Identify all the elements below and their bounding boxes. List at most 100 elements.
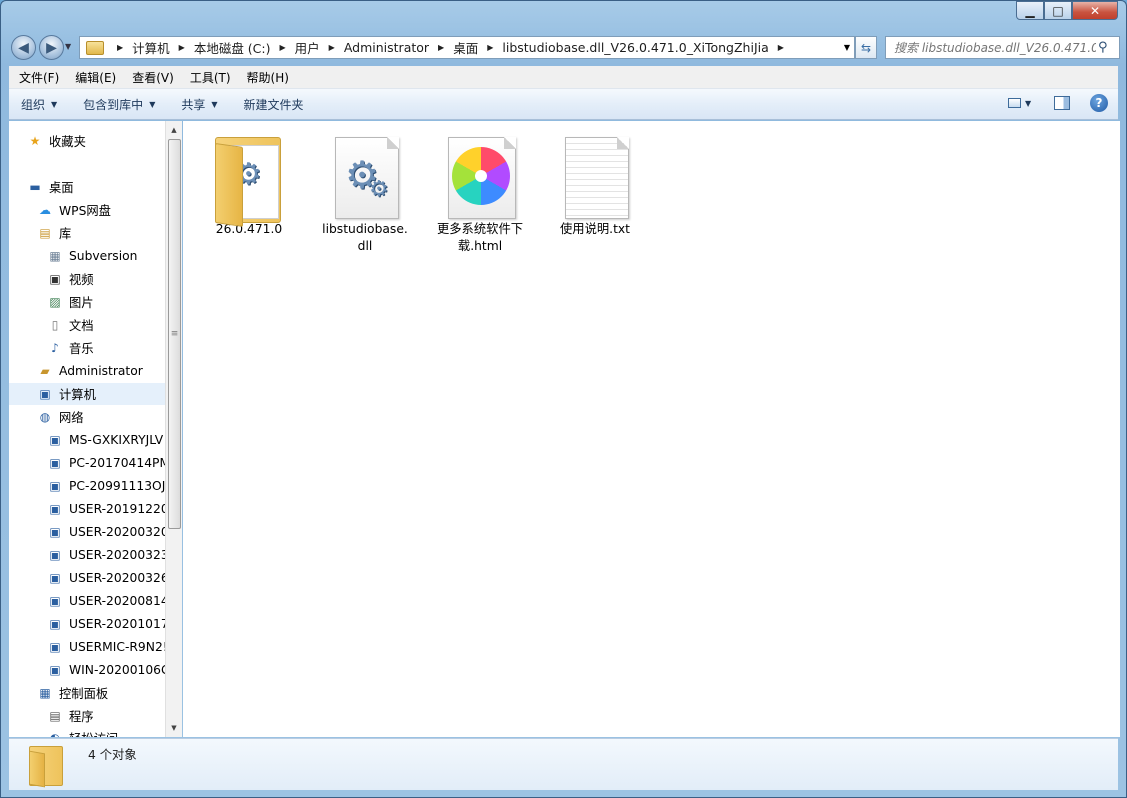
nav-desktop[interactable]: ▬ 桌面	[27, 176, 73, 198]
nav-pictures-label: 图片	[69, 296, 94, 310]
nav-administrator[interactable]: ▰ Administrator	[37, 360, 142, 382]
nav-network-pc-label: USER-20200326'	[69, 571, 165, 585]
nav-library-label: 库	[59, 227, 72, 241]
breadcrumb-local-disk[interactable]: 本地磁盘 (C:)	[194, 38, 271, 57]
scroll-down-icon[interactable]: ▼	[166, 720, 182, 736]
menu-view[interactable]: 查看(V)	[124, 69, 182, 86]
nav-network-pc[interactable]: ▣ PC-20991113OJI	[47, 475, 165, 497]
back-button[interactable]: ◀	[11, 35, 36, 60]
menu-file[interactable]: 文件(F)	[11, 69, 67, 86]
dll-gear-icon: ⚙ ⚙	[329, 127, 401, 219]
nav-network-pc[interactable]: ▣ USER-20200323'	[47, 544, 165, 566]
preview-pane-icon[interactable]	[1054, 96, 1070, 110]
file-item-dll[interactable]: ⚙ ⚙ libstudiobase.dll	[319, 127, 411, 255]
nav-control-panel[interactable]: ▦ 控制面板	[37, 682, 108, 704]
nav-programs[interactable]: ▤ 程序	[47, 705, 94, 727]
nav-network-pc-label: USER-20191220I	[69, 502, 165, 516]
nav-network-pc[interactable]: ▣ MS-GXKIXRYJLV	[47, 429, 163, 451]
view-controls: ▼ ?	[1008, 94, 1108, 112]
organize-label: 组织	[21, 97, 46, 112]
nav-favorites[interactable]: ★ 收藏夹	[27, 130, 86, 152]
nav-network-pc-label: USERMIC-R9N2!	[69, 640, 165, 654]
computer-icon: ▣	[49, 456, 61, 470]
nav-video[interactable]: ▣ 视频	[47, 268, 93, 290]
control-panel-icon: ▦	[39, 686, 51, 700]
nav-subversion[interactable]: ▦ Subversion	[47, 245, 137, 267]
nav-network-pc[interactable]: ▣ USER-20200814/	[47, 590, 165, 612]
breadcrumb-separator-icon[interactable]: ▶	[487, 43, 493, 52]
file-name: 使用说明.txt	[559, 222, 631, 236]
nav-network-pc[interactable]: ▣ USER-20200320I	[47, 521, 165, 543]
file-item-folder[interactable]: ⚙ 26.0.471.0	[203, 127, 295, 238]
help-icon[interactable]: ?	[1090, 94, 1108, 112]
nav-network-pc[interactable]: ▣ WIN-20200106G	[47, 659, 165, 681]
breadcrumb-administrator[interactable]: Administrator	[344, 40, 429, 55]
scrollbar-thumb[interactable]: ≡	[168, 139, 181, 529]
nav-library[interactable]: ▤ 库	[37, 222, 71, 244]
search-icon[interactable]: ⚲	[1098, 40, 1108, 55]
minimize-button[interactable]: ▁	[1016, 1, 1044, 20]
change-view-button[interactable]: ▼	[1008, 94, 1034, 112]
history-dropdown-icon[interactable]: ▼	[65, 42, 71, 51]
breadcrumb-separator-icon[interactable]: ▶	[179, 43, 185, 52]
computer-icon: ▣	[49, 525, 61, 539]
nav-music-label: 音乐	[69, 342, 94, 356]
breadcrumb-separator-icon[interactable]: ▶	[280, 43, 286, 52]
text-file-icon	[559, 127, 631, 219]
breadcrumb-current-folder[interactable]: libstudiobase.dll_V26.0.471.0_XiTongZhiJ…	[502, 40, 768, 55]
nav-pictures[interactable]: ▨ 图片	[47, 291, 94, 313]
search-input[interactable]	[886, 40, 1096, 55]
breadcrumb-separator-icon[interactable]: ▶	[438, 43, 444, 52]
close-button[interactable]: ✕	[1072, 1, 1118, 20]
nav-wps[interactable]: ☁ WPS网盘	[37, 199, 111, 221]
navigation-pane: ★ 收藏夹 ▬ 桌面 ☁ WPS网盘 ▤ 库 ▦ Subversion ▣ 视频 ▨ 图片 ▯…	[9, 121, 165, 737]
file-item-txt[interactable]: 使用说明.txt	[549, 127, 641, 238]
nav-network-pc[interactable]: ▣ USER-20201017I	[47, 613, 165, 635]
menu-tools[interactable]: 工具(T)	[182, 69, 239, 86]
back-arrow-icon: ◀	[18, 39, 29, 56]
nav-network[interactable]: ◍ 网络	[37, 406, 84, 428]
nav-wps-label: WPS网盘	[59, 204, 111, 218]
nav-network-pc[interactable]: ▣ USERMIC-R9N2!	[47, 636, 165, 658]
address-dropdown-icon[interactable]: ▼	[844, 43, 850, 52]
maximize-button[interactable]: □	[1044, 1, 1072, 20]
nav-network-pc-label: USER-20201017I	[69, 617, 165, 631]
nav-music[interactable]: ♪ 音乐	[47, 337, 94, 359]
search-box[interactable]: ⚲	[885, 36, 1120, 59]
breadcrumb-separator-icon[interactable]: ▶	[117, 43, 123, 52]
nav-network-pc[interactable]: ▣ USER-20191220I	[47, 498, 165, 520]
nav-computer[interactable]: ▣ 计算机	[9, 383, 165, 405]
chevron-down-icon: ▼	[211, 99, 218, 109]
breadcrumb-computer[interactable]: 计算机	[132, 38, 170, 57]
nav-network-pc[interactable]: ▣ PC-20170414PM	[47, 452, 165, 474]
breadcrumb-separator-icon[interactable]: ▶	[778, 43, 784, 52]
nav-scrollbar[interactable]: ▲ ≡ ▼	[165, 121, 182, 737]
menu-help[interactable]: 帮助(H)	[239, 69, 297, 86]
new-folder-button[interactable]: 新建文件夹	[232, 96, 318, 113]
menu-edit[interactable]: 编辑(E)	[67, 69, 124, 86]
breadcrumb-desktop[interactable]: 桌面	[453, 38, 478, 57]
network-icon: ◍	[39, 410, 51, 424]
forward-button[interactable]: ▶	[39, 35, 64, 60]
file-item-html[interactable]: 更多系统软件下载.html	[434, 127, 526, 255]
share-button[interactable]: 共享 ▼	[169, 96, 231, 113]
share-label: 共享	[181, 97, 206, 112]
film-icon: ▣	[49, 272, 61, 286]
breadcrumb-users[interactable]: 用户	[295, 38, 320, 57]
nav-favorites-label: 收藏夹	[49, 135, 86, 149]
organize-button[interactable]: 组织 ▼	[9, 96, 71, 113]
breadcrumb-separator-icon[interactable]: ▶	[329, 43, 335, 52]
nav-programs-label: 程序	[69, 710, 94, 724]
nav-documents[interactable]: ▯ 文档	[47, 314, 94, 336]
nav-ease-of-access[interactable]: ◐ 轻松访问	[47, 727, 118, 737]
include-in-library-label: 包含到库中	[83, 97, 144, 112]
forward-arrow-icon: ▶	[46, 39, 57, 56]
nav-network-pc[interactable]: ▣ USER-20200326'	[47, 567, 165, 589]
refresh-button[interactable]: ⇆	[855, 36, 877, 59]
file-name: 更多系统软件下载.html	[436, 222, 524, 253]
scroll-up-icon[interactable]: ▲	[166, 122, 182, 138]
nav-network-pc-label: USER-20200814/	[69, 594, 165, 608]
include-in-library-button[interactable]: 包含到库中 ▼	[71, 96, 169, 113]
address-bar[interactable]: ▶ 计算机 ▶ 本地磁盘 (C:) ▶ 用户 ▶ Administrator ▶ 桌面 ▶…	[79, 36, 855, 59]
chevron-down-icon: ▼	[1025, 98, 1032, 108]
